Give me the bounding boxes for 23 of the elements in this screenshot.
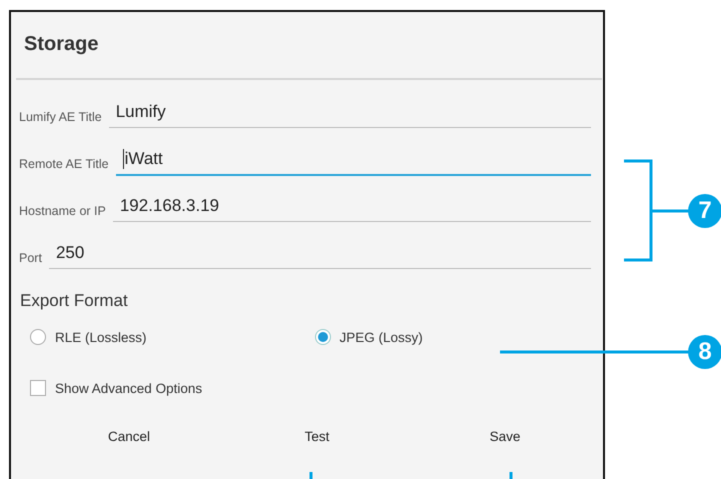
radio-button[interactable]: [314, 329, 330, 345]
radio-label[interactable]: JPEG (Lossy): [340, 330, 423, 344]
dialog-button[interactable]: Save: [411, 429, 599, 444]
dialog-button[interactable]: Test: [223, 429, 411, 444]
field-label: Lumify AE Title: [19, 110, 102, 124]
checkbox[interactable]: [30, 380, 46, 396]
callout-badge: 7: [688, 194, 721, 228]
input-field[interactable]: Lumify: [108, 96, 591, 128]
leader-line: [310, 472, 312, 479]
field-label: Remote AE Title: [19, 157, 109, 171]
input-field[interactable]: 250: [48, 237, 591, 269]
leader-line: [510, 472, 512, 479]
dialog-button[interactable]: Cancel: [35, 429, 223, 444]
callout-badge: 8: [688, 335, 721, 369]
input-field[interactable]: iWatt: [116, 143, 591, 176]
field-label: Port: [19, 251, 42, 265]
radio-label[interactable]: RLE (Lossless): [55, 330, 147, 344]
field-label: Hostname or IP: [19, 204, 106, 218]
input-field[interactable]: 192.168.3.19: [112, 190, 591, 222]
section-heading: Export Format: [20, 291, 129, 311]
dialog-title: Storage: [23, 32, 100, 57]
checkbox-label[interactable]: Show Advanced Options: [55, 380, 202, 396]
radio-button[interactable]: [30, 329, 46, 345]
